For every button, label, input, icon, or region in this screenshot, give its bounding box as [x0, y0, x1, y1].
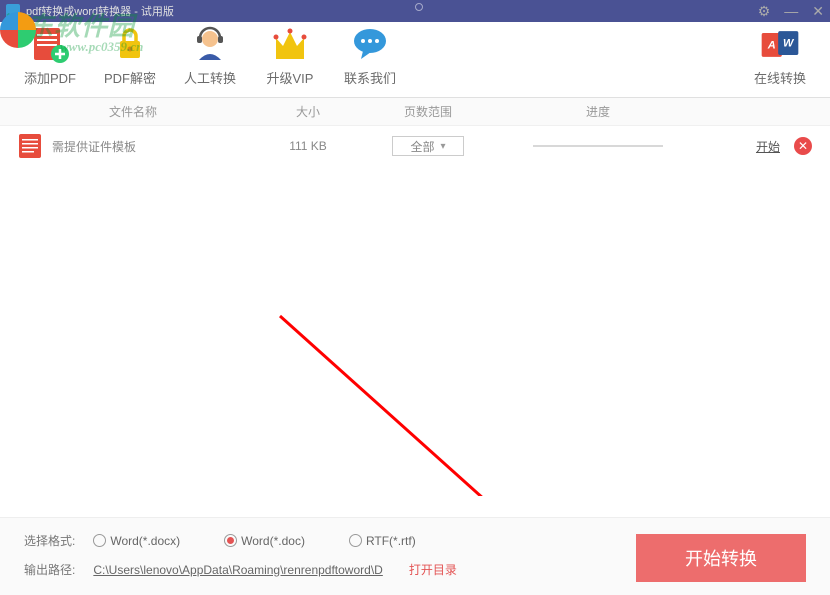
- format-docx-radio[interactable]: Word(*.docx): [93, 534, 180, 548]
- window-title: pdf转换成word转换器 - 试用版: [26, 3, 758, 19]
- header-size: 大小: [248, 103, 368, 120]
- format-label: 选择格式:: [24, 532, 75, 549]
- format-rtf-radio[interactable]: RTF(*.rtf): [349, 534, 416, 548]
- pdf-decrypt-button[interactable]: PDF解密: [92, 28, 168, 91]
- contact-us-button[interactable]: 联系我们: [332, 28, 408, 91]
- file-list-body: 需提供证件模板 111 KB 全部 开始 ✕: [0, 126, 830, 496]
- online-convert-button[interactable]: A W 在线转换: [742, 28, 818, 91]
- pdf-word-icon: A W: [758, 24, 802, 64]
- page-range-select[interactable]: 全部: [392, 136, 464, 156]
- footer: 选择格式: Word(*.docx) Word(*.doc) RTF(*.rtf…: [0, 517, 830, 595]
- header-filename: 文件名称: [18, 103, 248, 120]
- table-row: 需提供证件模板 111 KB 全部 开始 ✕: [0, 126, 830, 166]
- svg-text:A: A: [767, 40, 776, 52]
- add-pdf-icon: [28, 24, 72, 64]
- toolbar: 添加PDF PDF解密 人工转换: [0, 22, 830, 98]
- pdf-file-icon: [18, 133, 42, 159]
- file-progress: [488, 145, 708, 147]
- add-pdf-button[interactable]: 添加PDF: [12, 28, 88, 91]
- header-pages: 页数范围: [368, 103, 488, 120]
- app-icon: [6, 4, 20, 18]
- manual-convert-button[interactable]: 人工转换: [172, 28, 248, 91]
- crown-icon: [268, 24, 312, 64]
- support-person-icon: [188, 24, 232, 64]
- format-doc-radio[interactable]: Word(*.doc): [224, 534, 305, 548]
- output-label: 输出路径:: [24, 561, 75, 578]
- titlebar: pdf转换成word转换器 - 试用版 ⚙ — ✕: [0, 0, 830, 22]
- file-name: 需提供证件模板: [52, 138, 248, 155]
- open-dir-link[interactable]: 打开目录: [409, 561, 457, 578]
- settings-icon[interactable]: ⚙: [758, 3, 771, 20]
- minimize-icon[interactable]: —: [784, 3, 798, 20]
- header-progress: 进度: [488, 103, 708, 120]
- close-icon[interactable]: ✕: [812, 3, 824, 20]
- file-size: 111 KB: [248, 139, 368, 153]
- chat-bubble-icon: [348, 24, 392, 64]
- lock-icon: [108, 24, 152, 64]
- remove-button[interactable]: ✕: [794, 137, 812, 155]
- output-path-link[interactable]: C:\Users\lenovo\AppData\Roaming\renrenpd…: [93, 563, 382, 577]
- file-list-header: 文件名称 大小 页数范围 进度: [0, 98, 830, 126]
- start-convert-button[interactable]: 开始转换: [636, 534, 806, 582]
- start-link[interactable]: 开始: [708, 138, 794, 155]
- svg-text:W: W: [783, 38, 795, 50]
- titlebar-indicator: [415, 3, 423, 11]
- annotation-arrow: [270, 306, 730, 496]
- upgrade-vip-button[interactable]: 升级VIP: [252, 28, 328, 91]
